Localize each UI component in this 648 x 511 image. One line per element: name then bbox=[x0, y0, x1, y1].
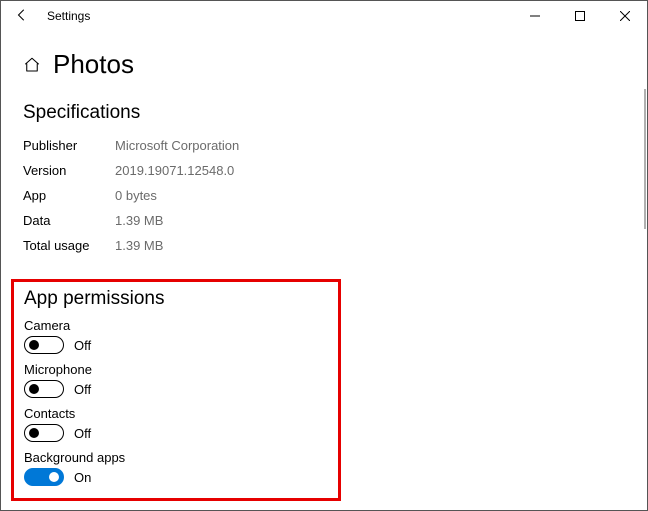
toggle-state-label: Off bbox=[74, 382, 91, 397]
spec-label: App bbox=[23, 188, 115, 203]
spec-row: Version2019.19071.12548.0 bbox=[23, 163, 625, 178]
minimize-button[interactable] bbox=[512, 1, 557, 31]
back-button[interactable] bbox=[1, 8, 43, 25]
toggle-knob bbox=[29, 340, 39, 350]
titlebar: Settings bbox=[1, 1, 647, 31]
toggle-knob bbox=[49, 472, 59, 482]
toggle-knob bbox=[29, 384, 39, 394]
permission-label: Camera bbox=[24, 318, 328, 333]
toggle-state-label: Off bbox=[74, 426, 91, 441]
spec-value: 1.39 MB bbox=[115, 213, 163, 228]
permission-item: Camera Off bbox=[24, 318, 328, 354]
spec-label: Version bbox=[23, 163, 115, 178]
spec-value: 0 bytes bbox=[115, 188, 157, 203]
spec-row: PublisherMicrosoft Corporation bbox=[23, 138, 625, 153]
page-title: Photos bbox=[53, 49, 134, 80]
toggle-row: Off bbox=[24, 336, 328, 354]
window-title: Settings bbox=[47, 9, 90, 23]
toggle-row: On bbox=[24, 468, 328, 486]
permission-label: Microphone bbox=[24, 362, 328, 377]
settings-window: Settings Photos Specifications Publisher… bbox=[0, 0, 648, 511]
toggle-state-label: Off bbox=[74, 338, 91, 353]
app-permissions-section: App permissions CameraOffMicrophoneOffCo… bbox=[11, 279, 341, 501]
permission-item: Background apps On bbox=[24, 450, 328, 486]
spec-row: Total usage1.39 MB bbox=[23, 238, 625, 253]
content-area: Photos Specifications PublisherMicrosoft… bbox=[1, 31, 647, 510]
permissions-heading: App permissions bbox=[24, 288, 328, 310]
specifications-table: PublisherMicrosoft CorporationVersion201… bbox=[23, 138, 625, 253]
spec-label: Publisher bbox=[23, 138, 115, 153]
spec-value: 1.39 MB bbox=[115, 238, 163, 253]
permission-item: Microphone Off bbox=[24, 362, 328, 398]
toggle-row: Off bbox=[24, 424, 328, 442]
specifications-heading: Specifications bbox=[23, 102, 625, 124]
spec-value: 2019.19071.12548.0 bbox=[115, 163, 234, 178]
toggle-knob bbox=[29, 428, 39, 438]
toggle-switch[interactable] bbox=[24, 424, 64, 442]
permission-item: Contacts Off bbox=[24, 406, 328, 442]
spec-value: Microsoft Corporation bbox=[115, 138, 239, 153]
spec-row: App0 bytes bbox=[23, 188, 625, 203]
spec-label: Total usage bbox=[23, 238, 115, 253]
toggle-row: Off bbox=[24, 380, 328, 398]
spec-row: Data1.39 MB bbox=[23, 213, 625, 228]
toggle-state-label: On bbox=[74, 470, 91, 485]
close-button[interactable] bbox=[602, 1, 647, 31]
toggle-switch[interactable] bbox=[24, 468, 64, 486]
permission-label: Background apps bbox=[24, 450, 328, 465]
maximize-button[interactable] bbox=[557, 1, 602, 31]
spec-label: Data bbox=[23, 213, 115, 228]
home-icon[interactable] bbox=[23, 56, 41, 74]
toggle-switch[interactable] bbox=[24, 336, 64, 354]
permission-label: Contacts bbox=[24, 406, 328, 421]
page-header: Photos bbox=[23, 49, 625, 80]
toggle-switch[interactable] bbox=[24, 380, 64, 398]
